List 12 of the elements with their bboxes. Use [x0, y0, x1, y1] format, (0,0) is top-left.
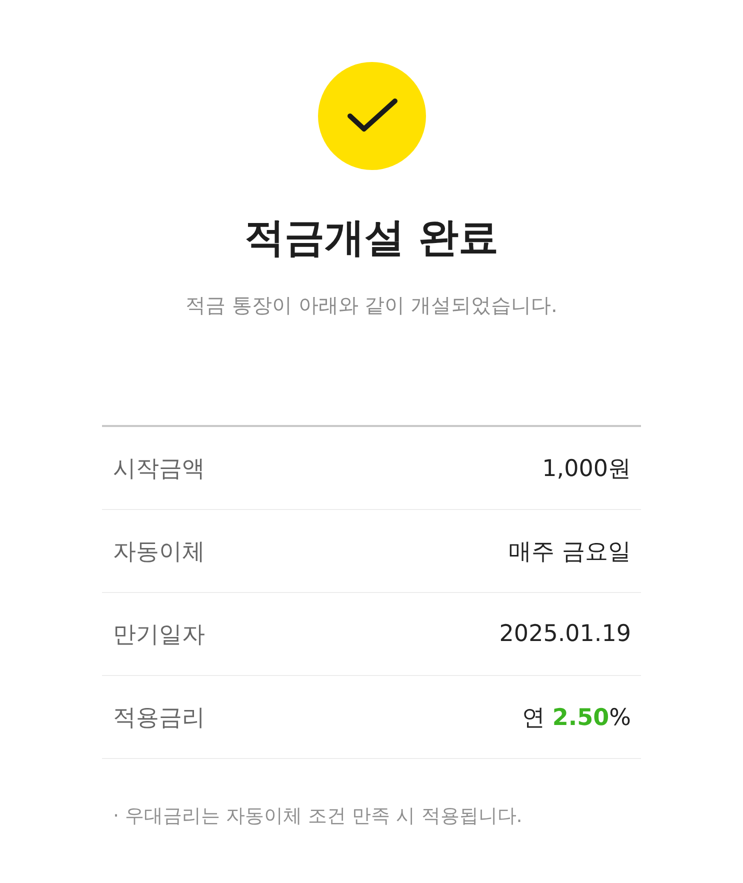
completion-title: 적금개설 완료	[244, 214, 498, 262]
completion-message: 적금 통장이 아래와 같이 개설되었습니다.	[186, 292, 558, 319]
detail-label: 적용금리	[113, 704, 205, 732]
detail-value: 매주 금요일	[508, 538, 631, 566]
check-icon	[318, 62, 426, 170]
detail-label: 만기일자	[113, 620, 205, 650]
detail-value: 1,000원	[542, 454, 631, 484]
note-text: · 우대금리는 자동이체 조건 만족 시 적용됩니다.	[113, 804, 522, 829]
detail-label: 자동이체	[113, 538, 205, 566]
detail-value: 연 2.50%	[522, 704, 631, 732]
detail-label: 시작금액	[113, 454, 205, 484]
detail-value: 2025.01.19	[499, 621, 631, 647]
